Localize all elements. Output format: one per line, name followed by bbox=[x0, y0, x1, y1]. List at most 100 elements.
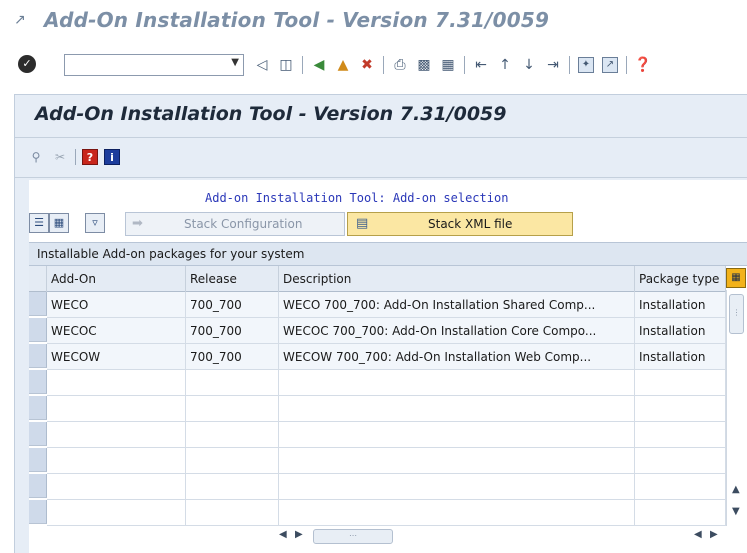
zoom-icon[interactable]: ⚲ bbox=[27, 148, 45, 166]
cell-empty bbox=[635, 370, 726, 396]
exit-icon[interactable]: ▲ bbox=[333, 55, 353, 75]
help-red-icon[interactable]: ? bbox=[82, 149, 98, 165]
chevron-down-icon[interactable]: ▼ bbox=[231, 57, 239, 68]
cell-package-type: Installation bbox=[635, 318, 726, 344]
cell-package-type: Installation bbox=[635, 344, 726, 370]
toolbar-separator bbox=[302, 56, 303, 74]
divider bbox=[15, 137, 747, 138]
scroll-up-icon[interactable]: ▲ bbox=[732, 484, 740, 495]
scroll-left-icon[interactable]: ◀ bbox=[694, 529, 702, 540]
filter-icon[interactable]: ▿ bbox=[85, 213, 105, 233]
table-row-empty bbox=[47, 370, 726, 396]
scroll-thumb[interactable]: ⋮ bbox=[729, 294, 744, 334]
scroll-down-icon[interactable]: ▼ bbox=[732, 506, 740, 517]
row-selector[interactable] bbox=[29, 370, 47, 394]
find-next-icon[interactable]: ▦ bbox=[438, 55, 458, 75]
addon-table: Add-On Release Description Package type … bbox=[29, 266, 726, 527]
table-row[interactable]: WECOC 700_700 WECOC 700_700: Add-On Inst… bbox=[47, 318, 726, 344]
back-green-icon[interactable]: ◀ bbox=[309, 55, 329, 75]
next-page-icon[interactable]: ↓ bbox=[519, 55, 539, 75]
cell-description: WECOW 700_700: Add-On Installation Web C… bbox=[279, 344, 635, 370]
cell-empty bbox=[47, 422, 186, 448]
toolbar-separator bbox=[75, 149, 76, 165]
grid-title: Installable Add-on packages for your sys… bbox=[29, 242, 747, 266]
row-selector[interactable] bbox=[29, 422, 47, 446]
row-selector[interactable] bbox=[29, 500, 47, 524]
toolbar-icons: ◁ ◫ ◀ ▲ ✖ ⎙ ▩ ▦ ⇤ ↑ ↓ ⇥ ✦ ↗ ❓ bbox=[252, 54, 657, 76]
cell-empty bbox=[279, 474, 635, 500]
cell-empty bbox=[47, 370, 186, 396]
table-header: Add-On Release Description Package type bbox=[29, 266, 726, 292]
scroll-thumb[interactable]: ⋯ bbox=[313, 529, 393, 544]
arrow-right-icon: ➡ bbox=[132, 216, 143, 231]
table-row[interactable]: WECOW 700_700 WECOW 700_700: Add-On Inst… bbox=[47, 344, 726, 370]
cell-empty bbox=[635, 396, 726, 422]
column-header-release[interactable]: Release bbox=[186, 266, 279, 292]
column-settings-icon[interactable]: ▦ bbox=[726, 268, 746, 288]
cell-empty bbox=[635, 474, 726, 500]
cell-addon: WECO bbox=[47, 292, 186, 318]
table-row-empty bbox=[47, 396, 726, 422]
row-selector[interactable] bbox=[29, 448, 47, 472]
enter-icon[interactable]: ✓ bbox=[18, 55, 36, 73]
window-titlebar: ↗ Add-On Installation Tool - Version 7.3… bbox=[0, 0, 747, 40]
cell-empty bbox=[47, 474, 186, 500]
row-selector[interactable] bbox=[29, 474, 47, 498]
toolbar-separator bbox=[569, 56, 570, 74]
page-title: Add-On Installation Tool - Version 7.31/… bbox=[35, 103, 507, 125]
cell-empty bbox=[186, 474, 279, 500]
exit-icon[interactable]: ↗ bbox=[14, 12, 26, 28]
cell-empty bbox=[279, 370, 635, 396]
command-field[interactable]: ▼ bbox=[64, 54, 244, 76]
shortcut-icon[interactable]: ↗ bbox=[602, 57, 618, 73]
toolbar-separator bbox=[626, 56, 627, 74]
last-page-icon[interactable]: ⇥ bbox=[543, 55, 563, 75]
cell-release: 700_700 bbox=[186, 318, 279, 344]
save-icon[interactable]: ◫ bbox=[276, 55, 296, 75]
column-header-description[interactable]: Description bbox=[279, 266, 635, 292]
new-session-icon[interactable]: ✦ bbox=[578, 57, 594, 73]
scroll-right-icon[interactable]: ▶ bbox=[295, 529, 303, 540]
table-row[interactable]: WECO 700_700 WECO 700_700: Add-On Instal… bbox=[47, 292, 726, 318]
cell-description: WECOC 700_700: Add-On Installation Core … bbox=[279, 318, 635, 344]
info-icon[interactable]: i bbox=[104, 149, 120, 165]
scroll-right-icon[interactable]: ▶ bbox=[710, 529, 718, 540]
cell-empty bbox=[47, 500, 186, 526]
cell-description: WECO 700_700: Add-On Installation Shared… bbox=[279, 292, 635, 318]
select-all-cell[interactable] bbox=[29, 266, 47, 292]
cell-empty bbox=[635, 422, 726, 448]
application-toolbar: ⚲ ✂ ? i bbox=[27, 147, 126, 167]
cell-empty bbox=[47, 448, 186, 474]
xml-file-icon: ▤ bbox=[356, 216, 369, 231]
horizontal-scrollbar[interactable]: ◀ ▶ ⋯ bbox=[273, 528, 393, 546]
cell-empty bbox=[279, 422, 635, 448]
stack-xml-file-button[interactable]: ▤ Stack XML file bbox=[347, 212, 573, 236]
cell-empty bbox=[186, 500, 279, 526]
cell-empty bbox=[635, 448, 726, 474]
column-header-addon[interactable]: Add-On bbox=[47, 266, 186, 292]
details-icon[interactable]: ☰ bbox=[29, 213, 49, 233]
row-selector[interactable] bbox=[29, 344, 47, 368]
row-selector[interactable] bbox=[29, 396, 47, 420]
horizontal-scrollbar-right[interactable]: ◀ ▶ bbox=[688, 528, 728, 546]
row-selector[interactable] bbox=[29, 318, 47, 342]
cell-empty bbox=[186, 448, 279, 474]
help-icon[interactable]: ❓ bbox=[633, 55, 653, 75]
stack-configuration-button: ➡ Stack Configuration bbox=[125, 212, 345, 236]
first-page-icon[interactable]: ⇤ bbox=[471, 55, 491, 75]
row-selector[interactable] bbox=[29, 292, 47, 316]
column-header-package-type[interactable]: Package type bbox=[635, 266, 726, 292]
vertical-scrollbar[interactable]: ⋮ ▲ ▼ bbox=[726, 290, 747, 526]
back-icon[interactable]: ◁ bbox=[252, 55, 272, 75]
cell-empty bbox=[279, 448, 635, 474]
cancel-icon[interactable]: ✖ bbox=[357, 55, 377, 75]
cell-addon: WECOC bbox=[47, 318, 186, 344]
find-icon[interactable]: ▩ bbox=[414, 55, 434, 75]
scroll-left-icon[interactable]: ◀ bbox=[279, 529, 287, 540]
cell-package-type: Installation bbox=[635, 292, 726, 318]
previous-page-icon[interactable]: ↑ bbox=[495, 55, 515, 75]
print-icon[interactable]: ⎙ bbox=[390, 55, 410, 75]
disabled-icon: ✂ bbox=[54, 150, 66, 164]
detail-view-icon[interactable]: ▦ bbox=[49, 213, 69, 233]
toolbar-separator bbox=[464, 56, 465, 74]
